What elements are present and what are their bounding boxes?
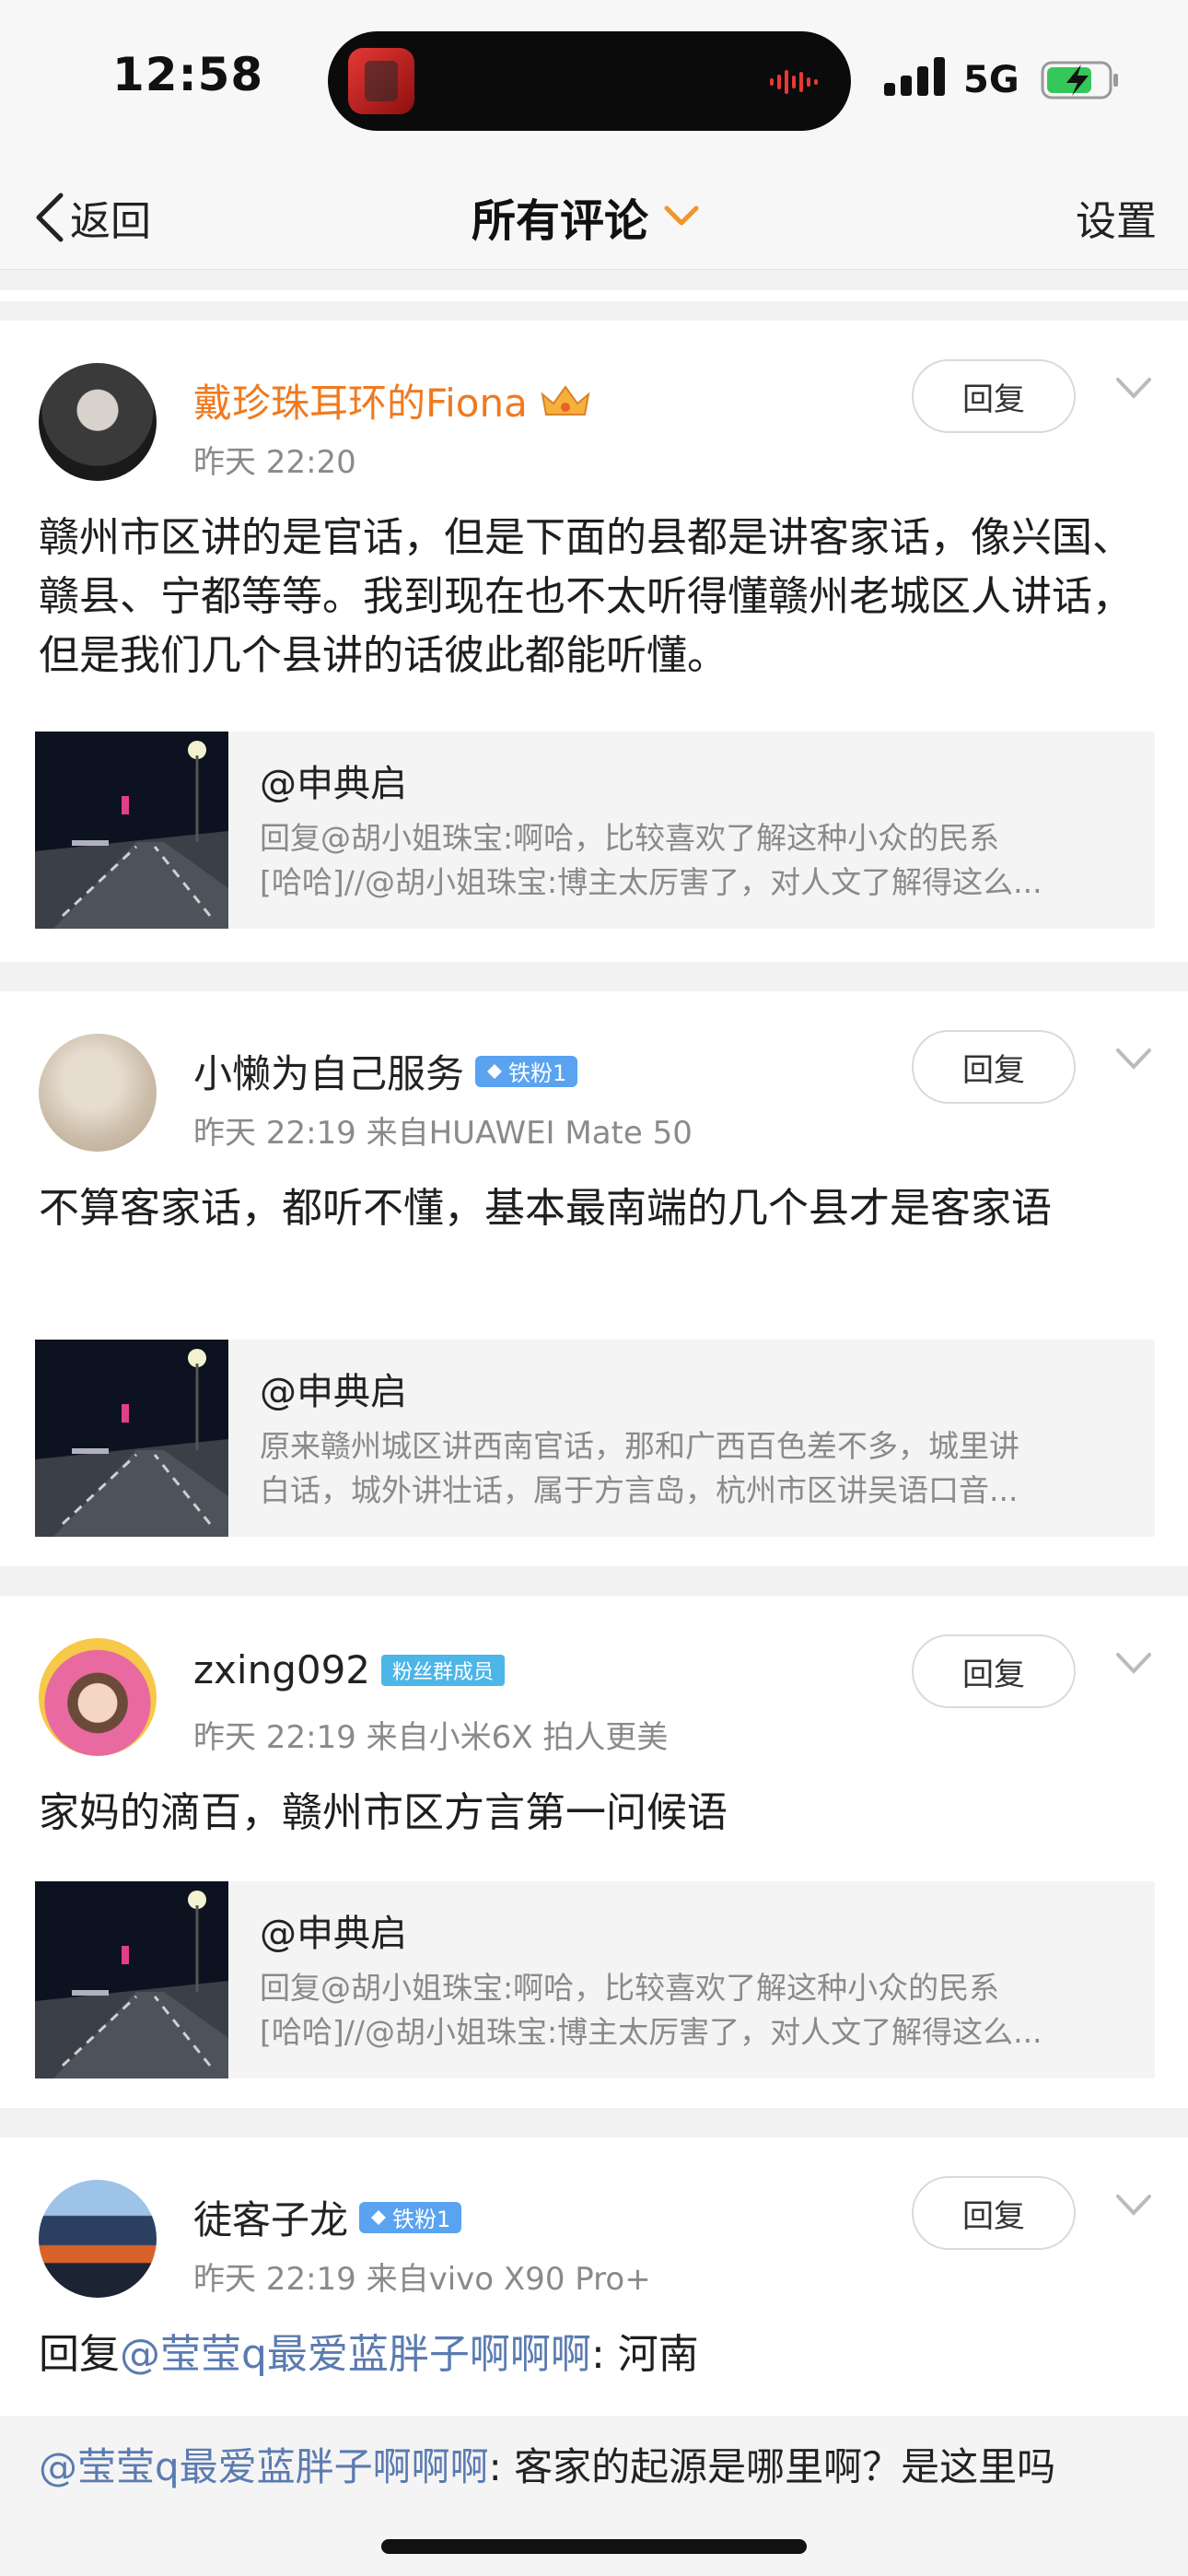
comment-text: 赣州市区讲的是官话，但是下面的县都是讲客家话，像兴国、赣县、宁都等等。我到现在也… <box>39 514 1133 679</box>
comment-card: 徒客子龙 铁粉1 昨天 22:19 来自vivo X90 Pro+ 回复 回复@… <box>0 2137 1188 2416</box>
avatar[interactable] <box>39 1638 157 1756</box>
quote-text: 回复@胡小姐珠宝:啊哈，比较喜欢了解这种小众的民系 [哈哈]//@胡小姐珠宝:博… <box>260 820 1042 900</box>
reply-button[interactable]: 回复 <box>912 359 1076 433</box>
username-text: 徒客子龙 <box>193 2197 349 2242</box>
chevron-down-icon <box>664 205 699 226</box>
crown-icon <box>541 384 590 416</box>
reply-button[interactable]: 回复 <box>912 1030 1076 1104</box>
fan-badge: 铁粉1 <box>359 2201 462 2233</box>
comment-card: zxing092 粉丝群成员 昨天 22:19 来自小米6X 拍人更美 回复 家… <box>0 1596 1188 2108</box>
comment-text: 家妈的滴百，赣州市区方言第一问候语 <box>39 1789 728 1836</box>
chevron-down-icon[interactable] <box>1114 2193 1153 2219</box>
comment-meta: 昨天 22:20 <box>193 444 356 481</box>
fan-group-badge: 粉丝群成员 <box>381 1654 506 1686</box>
fan-badge: 铁粉1 <box>475 1055 578 1087</box>
comment-text: 不算客家话，都听不懂，基本最南端的几个县才是客家语 <box>39 1185 1052 1232</box>
badge-label: 铁粉1 <box>508 1060 567 1086</box>
quote-author: @申典启 <box>260 1913 407 1955</box>
sub-reply-body: : 客家的起源是哪里啊？是这里吗 <box>488 2444 1056 2489</box>
comment-filter-dropdown[interactable]: 所有评论 <box>472 184 700 249</box>
sub-reply-text: @莹莹q最爱蓝胖子啊啊啊: 客家的起源是哪里啊？是这里吗 <box>39 2438 1144 2497</box>
comment-meta: 昨天 22:19 来自小米6X 拍人更美 <box>193 1719 669 1756</box>
chevron-down-icon[interactable] <box>1114 1651 1153 1677</box>
battery-charging-icon <box>1041 61 1118 100</box>
post-thumbnail <box>35 1881 228 2078</box>
comment-meta: 昨天 22:19 来自vivo X90 Pro+ <box>193 2261 651 2298</box>
reply-prefix: 回复 <box>39 2331 120 2378</box>
divider <box>0 290 1188 301</box>
app-icon[interactable] <box>348 48 414 114</box>
back-button[interactable]: 返回 <box>33 182 151 252</box>
mention-link[interactable]: @莹莹q最爱蓝胖子啊啊啊 <box>39 2444 489 2489</box>
quote-author: @申典启 <box>260 1371 407 1413</box>
username-text: zxing092 <box>193 1647 371 1692</box>
home-indicator[interactable] <box>381 2539 807 2554</box>
username[interactable]: 徒客子龙 铁粉1 <box>193 2189 462 2245</box>
username[interactable]: 小懒为自己服务 铁粉1 <box>193 1043 578 1099</box>
chevron-down-icon[interactable] <box>1114 376 1153 402</box>
page-title: 所有评论 <box>472 195 649 247</box>
reply-suffix: : 河南 <box>590 2331 699 2378</box>
comment-card: 戴珍珠耳环的Fiona 昨天 22:20 回复 赣州市区讲的是官话，但是下面的县… <box>0 321 1188 962</box>
reply-button[interactable]: 回复 <box>912 1634 1076 1708</box>
quote-text: 原来赣州城区讲西南官话，那和广西百色差不多，城里讲 白话，城外讲壮话，属于方言岛… <box>260 1428 1019 1508</box>
status-time: 12:58 <box>112 48 264 101</box>
username-text: 小懒为自己服务 <box>193 1051 465 1096</box>
mention-link[interactable]: @莹莹q最爱蓝胖子啊啊啊 <box>120 2331 591 2378</box>
quoted-post[interactable]: @申典启 回复@胡小姐珠宝:啊哈，比较喜欢了解这种小众的民系 [哈哈]//@胡小… <box>35 1881 1155 2078</box>
status-bar: 12:58 5G <box>0 0 1188 166</box>
chevron-down-icon[interactable] <box>1114 1047 1153 1072</box>
post-thumbnail <box>35 732 228 929</box>
audio-wave-icon <box>770 70 818 94</box>
username-text: 戴珍珠耳环的Fiona <box>193 381 528 426</box>
comment-card: 小懒为自己服务 铁粉1 昨天 22:19 来自HUAWEI Mate 50 回复… <box>0 991 1188 1566</box>
chevron-left-icon <box>36 193 64 242</box>
diamond-icon <box>371 2209 387 2225</box>
username[interactable]: 戴珍珠耳环的Fiona <box>193 372 592 428</box>
avatar[interactable] <box>39 1034 157 1152</box>
username[interactable]: zxing092 粉丝群成员 <box>193 1647 506 1692</box>
settings-button[interactable]: 设置 <box>1076 188 1157 247</box>
back-label: 返回 <box>70 198 151 245</box>
cellular-signal-icon <box>884 57 945 96</box>
quote-text: 回复@胡小姐珠宝:啊哈，比较喜欢了解这种小众的民系 [哈哈]//@胡小姐珠宝:博… <box>260 1970 1042 2050</box>
avatar[interactable] <box>39 363 157 481</box>
network-type: 5G <box>963 59 1019 101</box>
navigation-bar: 返回 所有评论 设置 <box>0 166 1188 270</box>
comment-meta: 昨天 22:19 来自HUAWEI Mate 50 <box>193 1115 693 1152</box>
quoted-post[interactable]: @申典启 原来赣州城区讲西南官话，那和广西百色差不多，城里讲 白话，城外讲壮话，… <box>35 1340 1155 1537</box>
dynamic-island[interactable] <box>328 31 851 131</box>
diamond-icon <box>487 1063 503 1079</box>
quoted-post[interactable]: @申典启 回复@胡小姐珠宝:啊哈，比较喜欢了解这种小众的民系 [哈哈]//@胡小… <box>35 732 1155 929</box>
reply-button[interactable]: 回复 <box>912 2176 1076 2250</box>
comment-text: 回复@莹莹q最爱蓝胖子啊啊啊: 河南 <box>39 2325 1144 2384</box>
quote-author: @申典启 <box>260 763 407 805</box>
post-thumbnail <box>35 1340 228 1537</box>
avatar[interactable] <box>39 2180 157 2298</box>
badge-label: 铁粉1 <box>392 2207 451 2232</box>
